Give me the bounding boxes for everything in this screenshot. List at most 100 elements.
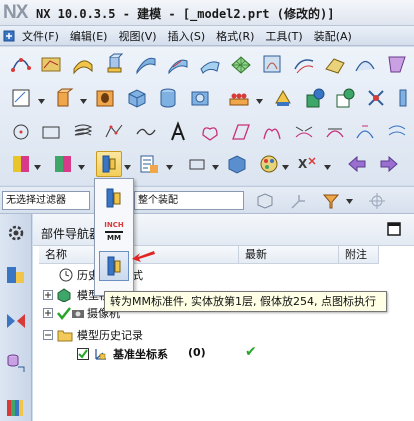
isoparametric-curve-icon[interactable] <box>384 119 410 145</box>
column-latest[interactable]: 最新 <box>239 246 339 264</box>
intersect-icon[interactable] <box>332 85 358 111</box>
constraint-navigator-icon[interactable] <box>3 308 29 334</box>
cone-icon[interactable] <box>187 85 213 111</box>
selection-scope-select[interactable]: 整个装配 <box>134 191 244 210</box>
panel-header: 部件导航器 <box>33 214 414 246</box>
general-selection-icon[interactable] <box>286 188 312 214</box>
chevron-down-icon[interactable] <box>282 165 289 170</box>
feature-status: (0) <box>188 346 206 359</box>
mesh-surface-icon[interactable] <box>228 51 254 77</box>
pattern-feature-icon[interactable] <box>226 85 252 111</box>
inch-to-mm-button[interactable]: INCH MM <box>99 217 129 247</box>
split-body-icon[interactable] <box>394 85 414 111</box>
check-icon <box>57 307 71 320</box>
visibility-checkbox[interactable] <box>77 348 89 360</box>
standard-part-convert-button[interactable] <box>96 151 122 177</box>
filter-icon[interactable] <box>318 188 344 214</box>
shaded-view-icon[interactable] <box>224 151 250 177</box>
menu-assembly[interactable]: 装配(A) <box>314 28 352 44</box>
chevron-down-icon[interactable] <box>256 99 263 104</box>
menu-grip-icon <box>3 30 15 41</box>
arrow-right-icon[interactable] <box>376 151 402 177</box>
standard-part-dropdown: INCH MM <box>94 178 134 296</box>
camera-icon <box>72 310 84 318</box>
text-icon[interactable] <box>165 119 191 145</box>
collapse-minus-icon[interactable] <box>43 330 53 340</box>
chevron-down-icon[interactable] <box>34 165 41 170</box>
chevron-down-icon[interactable] <box>166 165 173 170</box>
toolbar-row-surface <box>0 51 414 85</box>
section-curve-icon[interactable] <box>352 119 378 145</box>
offset-curve-icon[interactable] <box>197 119 223 145</box>
chevron-down-icon[interactable] <box>38 99 45 104</box>
unite-icon[interactable] <box>270 85 296 111</box>
palette-icon[interactable] <box>256 151 282 177</box>
column-note[interactable]: 附注 <box>339 246 379 264</box>
studio-surface-icon[interactable] <box>38 51 64 77</box>
bounded-plane-icon[interactable] <box>259 51 285 77</box>
tree-row-datum-csys[interactable]: 基准坐标系 (0) ✔ <box>43 344 413 363</box>
layer-settings-icon[interactable] <box>50 151 76 177</box>
menu-format[interactable]: 格式(R) <box>216 28 254 44</box>
chevron-down-icon[interactable] <box>212 165 219 170</box>
reuse-library-icon[interactable] <box>3 394 29 420</box>
chevron-down-icon[interactable] <box>346 199 353 204</box>
sketch-icon[interactable] <box>8 85 34 111</box>
project-curve-icon[interactable] <box>228 119 254 145</box>
clock-icon <box>59 268 73 282</box>
tree-row-label: 基准坐标系 <box>113 348 168 361</box>
object-info-icon[interactable] <box>136 151 162 177</box>
menu-insert[interactable]: 插入(S) <box>168 28 206 44</box>
expand-plus-icon[interactable] <box>43 290 53 300</box>
block-icon[interactable] <box>124 85 150 111</box>
rectangle-icon[interactable] <box>38 119 64 145</box>
curve-grid-icon[interactable] <box>8 51 34 77</box>
n-sided-surface-icon[interactable] <box>197 51 223 77</box>
arrow-left-icon[interactable] <box>344 151 370 177</box>
intersection-curve-icon[interactable] <box>322 119 348 145</box>
maximize-icon[interactable] <box>385 220 403 238</box>
subtract-icon[interactable] <box>302 85 328 111</box>
menu-tools[interactable]: 工具(T) <box>265 28 302 44</box>
menu-edit[interactable]: 编辑(E) <box>70 28 108 44</box>
cylinder-icon[interactable] <box>155 85 181 111</box>
snap-view-icon[interactable] <box>252 188 278 214</box>
convert-to-mm-standard-part-button[interactable] <box>99 251 129 281</box>
bridge-curve-icon[interactable] <box>291 119 317 145</box>
color-table-icon[interactable] <box>8 151 34 177</box>
swept-surface-icon[interactable] <box>70 51 96 77</box>
type-filter-select[interactable]: 无选择过滤器 <box>2 191 90 210</box>
display-rectangle-icon[interactable] <box>184 151 210 177</box>
assembly-navigator-icon[interactable] <box>3 262 29 288</box>
chevron-down-icon[interactable] <box>78 165 85 170</box>
menu-view[interactable]: 视图(V) <box>118 28 156 44</box>
toolbar-row-feature <box>0 85 414 119</box>
toolbar-row-tools: X <box>0 151 414 185</box>
spline-icon[interactable] <box>133 119 159 145</box>
combined-curve-icon[interactable] <box>259 119 285 145</box>
styled-blend-icon[interactable] <box>384 51 410 77</box>
variational-sweep-icon[interactable] <box>352 51 378 77</box>
menu-file[interactable]: 文件(F) <box>22 28 59 44</box>
free-form-icon[interactable] <box>291 51 317 77</box>
trim-body-icon[interactable] <box>363 85 389 111</box>
hole-icon[interactable] <box>92 85 118 111</box>
chevron-down-icon[interactable] <box>324 165 331 170</box>
expression-icon[interactable]: X <box>294 151 320 177</box>
chevron-down-icon[interactable] <box>124 165 131 170</box>
sweep-icon[interactable] <box>322 51 348 77</box>
extrude-surface-icon[interactable] <box>101 51 127 77</box>
part-navigator-icon[interactable] <box>3 350 29 376</box>
extrude-icon[interactable] <box>50 85 76 111</box>
gear-icon[interactable] <box>3 220 29 246</box>
ruled-surface-icon[interactable] <box>133 51 159 77</box>
standard-part-layer-icon[interactable] <box>99 183 129 213</box>
annotation-arrow-icon <box>132 251 155 262</box>
through-curves-icon[interactable] <box>165 51 191 77</box>
chevron-down-icon[interactable] <box>80 99 87 104</box>
expand-plus-icon[interactable] <box>43 308 53 318</box>
snap-point-icon[interactable] <box>364 188 390 214</box>
polyline-icon[interactable] <box>101 119 127 145</box>
basic-curve-icon[interactable] <box>8 119 34 145</box>
helix-icon[interactable] <box>70 119 96 145</box>
